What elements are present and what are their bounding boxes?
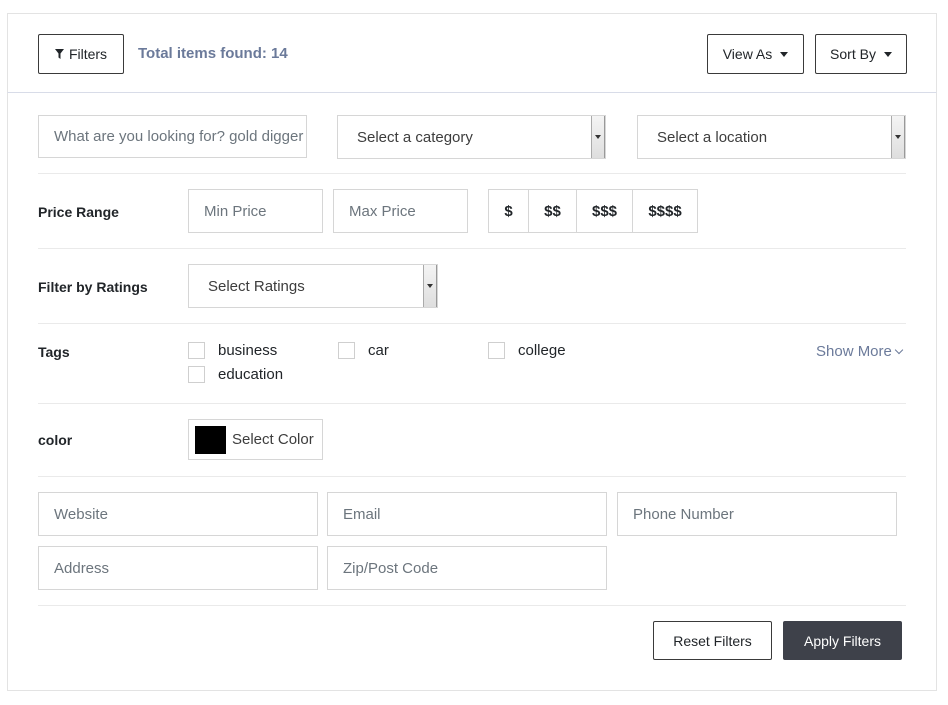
max-price-input[interactable]: Max Price [333,189,468,233]
caret-down-icon [780,51,789,57]
view-as-label: View As [722,46,773,62]
zip-placeholder: Zip/Post Code [343,559,439,577]
location-select[interactable]: Select a location [637,115,906,159]
phone-placeholder: Phone Number [633,505,734,523]
sort-by-label: Sort By [830,46,876,62]
ratings-select[interactable]: Select Ratings [188,264,438,308]
view-as-dropdown[interactable]: View As [707,34,804,74]
color-swatch [195,425,226,454]
location-select-label: Select a location [657,128,768,146]
select-arrow-icon [591,116,605,158]
filter-panel: What are you looking for? gold digger Se… [7,93,937,691]
total-items-count: Total items found: 14 [138,45,288,62]
website-input[interactable]: Website [38,492,318,536]
divider [38,323,906,324]
select-arrow-icon [891,116,905,158]
price-level-group: $ $$ $$$ $$$$ [488,189,698,233]
max-price-placeholder: Max Price [349,202,416,220]
divider [38,248,906,249]
tag-label: college [518,342,566,359]
divider [38,605,906,606]
reset-filters-button[interactable]: Reset Filters [653,621,772,660]
color-picker[interactable]: Select Color [188,419,323,460]
tag-label: education [218,366,284,383]
tag-car[interactable]: car [338,342,389,359]
show-more-label: Show More [816,343,892,360]
tag-education[interactable]: education [188,366,283,383]
divider [38,476,906,477]
color-label: color [38,432,73,448]
price-level-3-button[interactable]: $$$ [577,190,633,232]
phone-input[interactable]: Phone Number [617,492,897,536]
email-placeholder: Email [343,505,381,523]
ratings-select-label: Select Ratings [208,277,305,295]
min-price-input[interactable]: Min Price [188,189,323,233]
checkbox[interactable] [338,342,355,359]
tag-business[interactable]: business [188,342,277,359]
chevron-down-icon [894,345,904,355]
email-input[interactable]: Email [327,492,607,536]
color-picker-label: Select Color [232,431,314,448]
apply-filters-button[interactable]: Apply Filters [783,621,902,660]
address-input[interactable]: Address [38,546,318,590]
filters-label: Filters [68,46,108,62]
divider [38,403,906,404]
select-arrow-icon [423,265,437,307]
address-placeholder: Address [54,559,110,577]
price-level-4-button[interactable]: $$$$ [633,190,697,232]
website-placeholder: Website [54,505,108,523]
tags-label: Tags [38,344,70,360]
price-level-1-button[interactable]: $ [489,190,529,232]
tag-college[interactable]: college [488,342,566,359]
tag-label: business [218,342,278,359]
tag-label: car [368,342,389,359]
caret-down-icon [883,51,892,57]
show-more-tags-link[interactable]: Show More [816,343,904,360]
category-select-label: Select a category [357,128,473,146]
checkbox[interactable] [188,342,205,359]
price-level-2-button[interactable]: $$ [529,190,577,232]
divider [38,173,906,174]
min-price-placeholder: Min Price [204,202,267,220]
ratings-label: Filter by Ratings [38,279,148,295]
category-select[interactable]: Select a category [337,115,606,159]
price-range-label: Price Range [38,204,119,220]
checkbox[interactable] [188,366,205,383]
funnel-icon [54,49,64,59]
checkbox[interactable] [488,342,505,359]
filters-toggle-button[interactable]: Filters [38,34,124,74]
keyword-placeholder: What are you looking for? gold digger [54,128,304,145]
sort-by-dropdown[interactable]: Sort By [815,34,907,74]
keyword-search-input[interactable]: What are you looking for? gold digger [38,115,307,158]
zip-input[interactable]: Zip/Post Code [327,546,607,590]
results-header: Filters Total items found: 14 View As So… [7,13,937,93]
